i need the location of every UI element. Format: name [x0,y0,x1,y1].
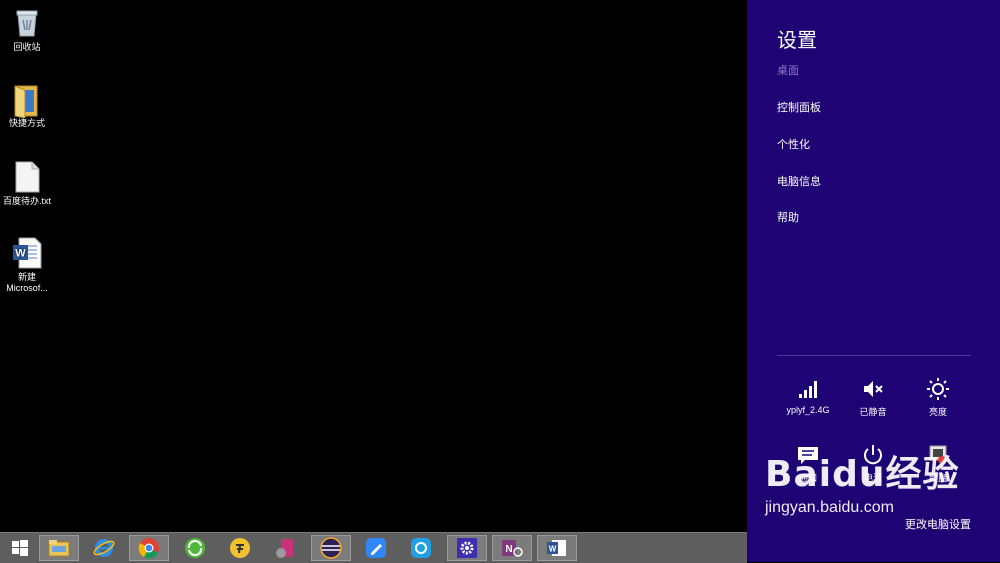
text-file-label: 百度待办.txt [2,196,51,206]
word-file-label-line1: 新建 [17,272,36,282]
taskbar-pink-app[interactable] [265,535,305,561]
menu-item-help[interactable]: 帮助 [777,209,799,225]
wifi-signal-icon [796,377,820,401]
volume-label: 已静音 [859,407,887,417]
shortcut-label: 快捷方式 [8,118,45,128]
word-icon: W [547,540,566,556]
taskbar-chrome[interactable] [129,535,169,561]
taskbar-onenote[interactable]: N [492,535,532,561]
taskbar-360-browser[interactable] [175,535,215,561]
start-button[interactable] [0,535,40,561]
menu-item-pc-info[interactable]: 电脑信息 [777,173,821,189]
file-explorer-icon [48,540,70,557]
taskbar-pen-app[interactable] [356,535,396,561]
taskbar-file-explorer[interactable] [39,535,79,561]
taskbar-chat-app[interactable] [401,535,441,561]
svg-text:N: N [505,544,512,555]
panel-subtitle: 桌面 [777,65,799,77]
recycle-bin-label: 回收站 [13,42,41,52]
change-pc-settings-link[interactable]: 更改电脑设置 [905,516,971,532]
trash-icon [11,6,43,38]
text-document-icon [11,160,43,193]
word-document[interactable]: W 新建 Microsof... [0,236,54,294]
chat-app-icon [411,538,431,558]
chrome-icon [138,538,159,559]
volume-button[interactable]: 已静音 [837,377,909,418]
yellow-app-icon [230,538,250,558]
text-file[interactable]: 百度待办.txt [0,160,54,207]
taskbar-word[interactable]: W [537,535,577,561]
pen-app-icon [366,538,386,558]
internet-explorer-icon [93,539,115,557]
watermark-brand: Baidu经验 [765,454,960,495]
taskbar-yellow-app[interactable] [220,535,260,561]
taskbar-internet-explorer[interactable] [84,535,124,561]
watermark-url: jingyan.baidu.com [765,499,894,516]
eclipse-icon [320,537,342,559]
browser-360-icon [185,538,205,558]
gear-icon [457,538,477,558]
svg-text:W: W [15,248,26,260]
taskbar: N W [0,532,747,563]
folder-icon [11,82,43,119]
onenote-icon: N [502,540,523,557]
taskbar-settings-app[interactable] [447,535,487,561]
recycle-bin-icon[interactable]: 回收站 [0,6,54,53]
network-label: yplyf_2.4G [786,405,830,415]
pink-app-icon [276,539,293,558]
taskbar-eclipse[interactable] [311,535,351,561]
brightness-icon [926,377,950,401]
divider [777,355,971,356]
word-document-icon: W [11,236,43,269]
word-file-label-line2: Microsof... [6,283,48,293]
brightness-label: 亮度 [928,407,947,417]
baidu-watermark: Baidu经验 jingyan.baidu.com [765,445,959,517]
menu-item-control-panel[interactable]: 控制面板 [777,99,821,115]
windows-logo-icon [12,540,28,556]
speaker-muted-icon [861,377,885,401]
brightness-button[interactable]: 亮度 [902,377,974,418]
shortcut-folder[interactable]: 快捷方式 [0,82,54,129]
panel-title: 设置 [777,30,817,52]
svg-text:W: W [549,545,557,554]
network-button[interactable]: yplyf_2.4G [772,377,844,415]
menu-item-personalization[interactable]: 个性化 [777,136,810,152]
